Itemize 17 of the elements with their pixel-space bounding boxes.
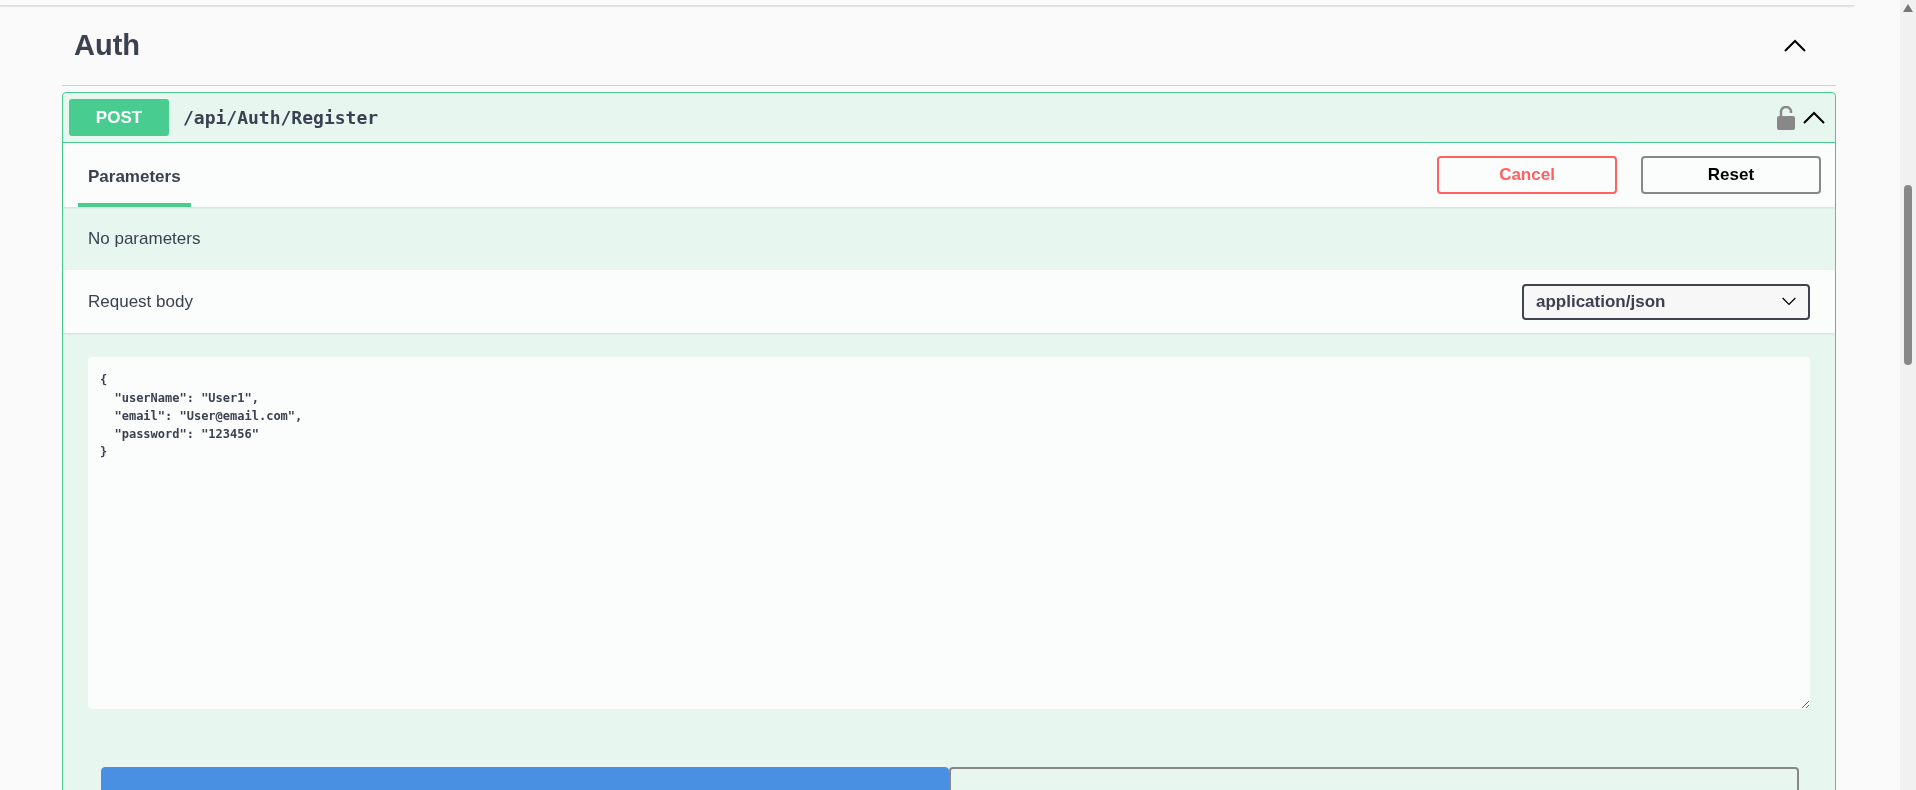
scroll-up-icon[interactable] xyxy=(1903,4,1913,12)
reset-button[interactable]: Reset xyxy=(1641,156,1821,194)
endpoint-path[interactable]: /api/Auth/Register xyxy=(183,104,379,131)
tab[interactable]: Parameters xyxy=(78,145,191,207)
scrollbar[interactable] xyxy=(1900,0,1916,790)
request-body-editor[interactable]: { "userName": "User1", "email": "User@email.com", "password": "123456" } xyxy=(88,357,1810,709)
lock-icon[interactable] xyxy=(1777,105,1795,130)
content-type-select[interactable]: application/json xyxy=(1522,283,1810,320)
no-parameters-text: No parameters xyxy=(88,227,201,250)
collapse-icon[interactable] xyxy=(1784,39,1806,52)
caret-icon[interactable] xyxy=(1782,297,1796,306)
button[interactable] xyxy=(949,767,1799,790)
method-badge: POST xyxy=(69,99,169,136)
request-body-label: Request body xyxy=(88,290,193,313)
scrollbar-thumb[interactable] xyxy=(1904,185,1912,365)
collapse-icon[interactable] xyxy=(1803,111,1825,124)
section-title[interactable]: Auth xyxy=(74,23,141,68)
